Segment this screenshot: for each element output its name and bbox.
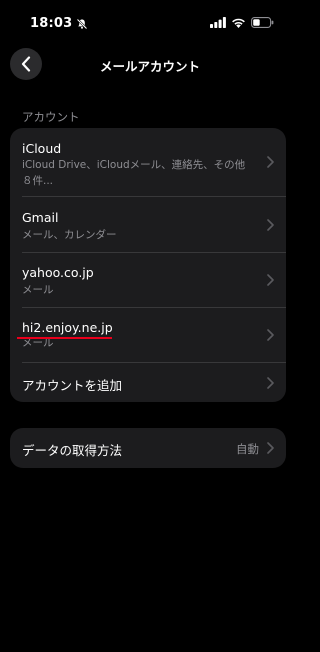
status-icons <box>210 17 274 28</box>
signal-icon <box>210 17 226 28</box>
chevron-right-icon <box>267 219 274 231</box>
account-row-hi2-enjoy[interactable]: hi2.enjoy.ne.jp メール <box>10 308 286 362</box>
account-subtitle: メール <box>22 284 54 296</box>
account-subtitle: iCloud Drive、iCloudメール、連絡先、その他８件... <box>22 159 246 187</box>
account-subtitle: メール、カレンダー <box>22 229 117 241</box>
add-account-label: アカウントを追加 <box>22 378 123 393</box>
status-time-group: 18:03 <box>30 16 88 31</box>
fetch-data-label: データの取得方法 <box>22 443 123 458</box>
bell-slash-icon <box>77 18 88 29</box>
account-title: yahoo.co.jp <box>22 265 94 280</box>
add-account-button[interactable]: アカウントを追加 <box>10 363 286 402</box>
fetch-data-value: 自動 <box>236 442 259 456</box>
account-title: iCloud <box>22 141 62 156</box>
fetch-data-row[interactable]: データの取得方法 自動 <box>10 428 286 468</box>
chevron-right-icon <box>267 377 274 389</box>
accounts-list: iCloud iCloud Drive、iCloudメール、連絡先、その他８件.… <box>10 128 286 402</box>
battery-icon <box>251 17 274 28</box>
accounts-section-header: アカウント <box>22 110 80 124</box>
account-row-yahoo[interactable]: yahoo.co.jp メール <box>10 253 286 307</box>
navigation-bar: メールアカウント <box>0 46 300 82</box>
account-title: Gmail <box>22 210 59 225</box>
status-bar: 18:03 <box>0 0 300 46</box>
annotation-underline <box>17 337 112 339</box>
chevron-right-icon <box>267 156 274 168</box>
status-time: 18:03 <box>30 16 73 31</box>
account-row-icloud[interactable]: iCloud iCloud Drive、iCloudメール、連絡先、その他８件.… <box>10 128 286 196</box>
account-row-gmail[interactable]: Gmail メール、カレンダー <box>10 197 286 252</box>
account-title: hi2.enjoy.ne.jp <box>22 320 113 335</box>
chevron-right-icon <box>267 442 274 454</box>
chevron-right-icon <box>267 274 274 286</box>
chevron-right-icon <box>267 329 274 341</box>
page-title: メールアカウント <box>99 59 200 74</box>
wifi-icon <box>232 18 245 28</box>
